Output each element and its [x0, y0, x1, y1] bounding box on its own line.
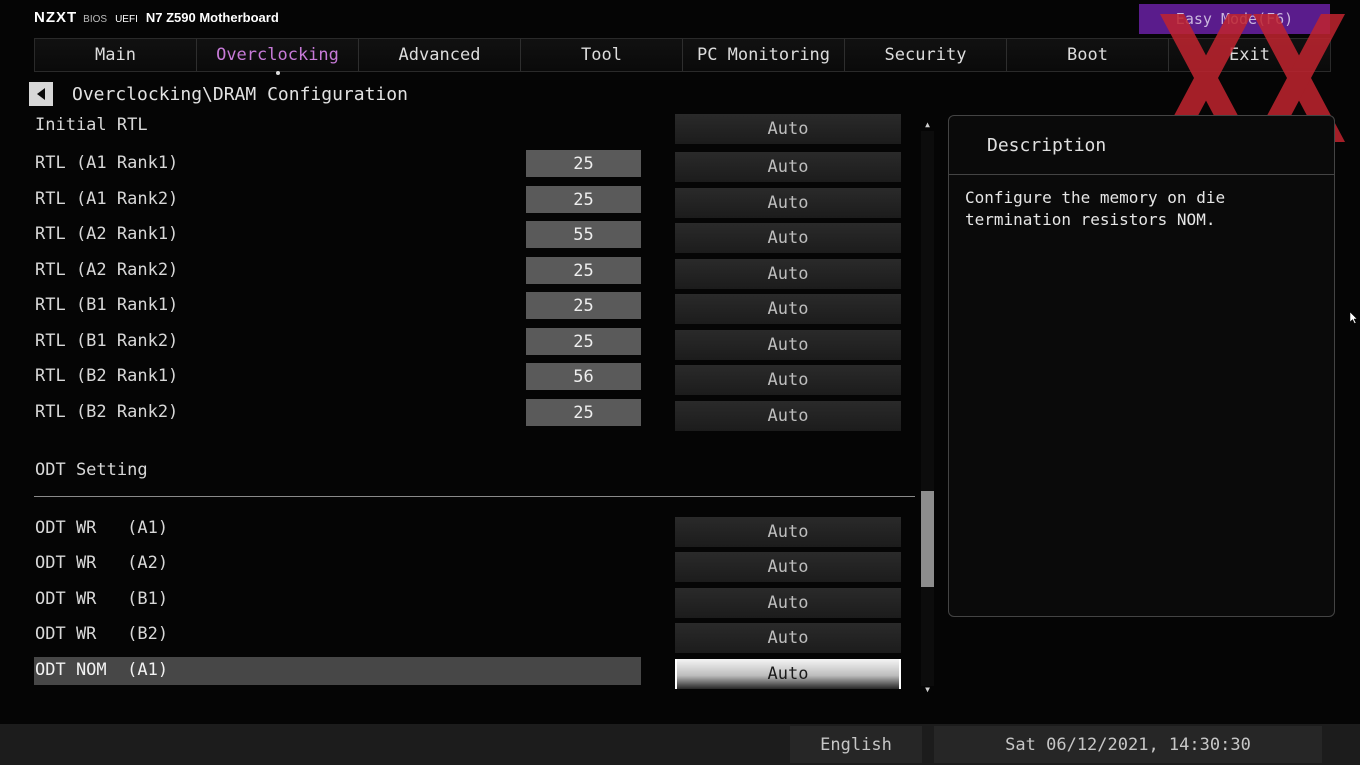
setting-label: RTL (B2 Rank2)	[35, 402, 179, 422]
setting-label: RTL (B1 Rank2)	[35, 331, 179, 351]
back-arrow-icon	[37, 88, 45, 100]
language-selector[interactable]: English	[790, 726, 922, 763]
current-value: 55	[526, 221, 641, 248]
tab-security[interactable]: Security	[845, 39, 1007, 71]
current-value: 25	[526, 292, 641, 319]
brand-logo: NZXT	[34, 9, 78, 26]
tab-exit[interactable]: Exit	[1169, 39, 1330, 71]
tab-label: Tool	[581, 45, 622, 65]
description-text: Configure the memory on die termination …	[965, 188, 1226, 229]
setting-row[interactable]: RTL (A1 Rank2) 25 Auto	[34, 186, 904, 218]
setting-option[interactable]: Auto	[675, 588, 901, 618]
setting-row[interactable]: RTL (B2 Rank1) 56 Auto	[34, 363, 904, 395]
setting-option[interactable]: Auto	[675, 294, 901, 324]
setting-row[interactable]: ODT WR (B1) Auto	[34, 586, 904, 618]
setting-row[interactable]: RTL (B1 Rank2) 25 Auto	[34, 328, 904, 360]
setting-row[interactable]: RTL (B2 Rank2) 25 Auto	[34, 399, 904, 431]
setting-label: RTL (A2 Rank2)	[35, 260, 179, 280]
setting-option[interactable]: Auto	[675, 517, 901, 547]
easy-mode-button[interactable]: Easy Mode(F6)	[1139, 4, 1330, 34]
current-value: 25	[526, 257, 641, 284]
setting-option[interactable]: Auto	[675, 223, 901, 253]
setting-row-initial-rtl[interactable]: Initial RTL Auto	[34, 112, 904, 144]
setting-label: ODT WR (A1)	[35, 518, 169, 538]
tab-tool[interactable]: Tool	[521, 39, 683, 71]
settings-list: Initial RTL Auto RTL (A1 Rank1) 25 Auto …	[34, 112, 915, 702]
description-panel: Description Configure the memory on die …	[948, 115, 1335, 617]
scroll-thumb[interactable]	[921, 491, 934, 587]
setting-row[interactable]: RTL (A1 Rank1) 25 Auto	[34, 150, 904, 182]
setting-option[interactable]: Auto	[675, 152, 901, 182]
setting-row[interactable]: ODT WR (A2) Auto	[34, 550, 904, 582]
setting-option[interactable]: Auto	[675, 330, 901, 360]
scrollbar[interactable]: ▲ ▼	[921, 121, 934, 696]
setting-label: ODT WR (A2)	[35, 553, 169, 573]
tab-label: Boot	[1067, 45, 1108, 65]
setting-row-selected[interactable]: ODT NOM (A1) Auto	[34, 657, 904, 689]
current-value: 25	[526, 328, 641, 355]
main-tabs: Main Overclocking Advanced Tool PC Monit…	[34, 38, 1331, 75]
tab-label: Main	[95, 45, 136, 65]
section-title: ODT Setting	[35, 460, 148, 480]
tab-label: PC Monitoring	[696, 45, 831, 65]
tab-label: Advanced	[398, 45, 481, 65]
setting-row[interactable]: RTL (B1 Rank1) 25 Auto	[34, 292, 904, 324]
current-value: 25	[526, 186, 641, 213]
brand: NZXT BIOS UEFI N7 Z590 Motherboard	[34, 9, 279, 26]
setting-option[interactable]: Auto	[675, 188, 901, 218]
setting-option[interactable]: Auto	[675, 623, 901, 653]
setting-row[interactable]: ODT WR (A1) Auto	[34, 515, 904, 547]
setting-label: RTL (A2 Rank1)	[35, 224, 179, 244]
setting-option[interactable]: Auto	[675, 114, 901, 144]
board-name: N7 Z590 Motherboard	[145, 10, 279, 25]
setting-row[interactable]: ODT WR (B2) Auto	[34, 621, 904, 653]
brand-uefi: UEFI	[115, 14, 138, 25]
scroll-track[interactable]	[921, 131, 934, 686]
setting-label: RTL (B2 Rank1)	[35, 366, 179, 386]
tab-overclocking[interactable]: Overclocking	[197, 39, 359, 75]
mouse-cursor-icon	[1350, 312, 1358, 324]
breadcrumb: Overclocking\DRAM Configuration	[72, 84, 408, 105]
scroll-down-icon[interactable]: ▼	[921, 686, 934, 694]
bios-screen: NZXT BIOS UEFI N7 Z590 Motherboard Easy …	[0, 0, 1360, 765]
setting-option[interactable]: Auto	[675, 365, 901, 395]
setting-label: ODT WR (B2)	[35, 624, 169, 644]
tab-label: Security	[884, 45, 967, 65]
setting-option[interactable]: Auto	[675, 552, 901, 582]
setting-label: RTL (A1 Rank2)	[35, 189, 179, 209]
description-title: Description	[949, 116, 1334, 175]
section-divider	[34, 496, 915, 497]
scroll-up-icon[interactable]: ▲	[921, 121, 934, 129]
setting-label: ODT WR (B1)	[35, 589, 169, 609]
footer-bar: English Sat 06/12/2021, 14:30:30	[0, 724, 1360, 765]
current-value: 25	[526, 399, 641, 426]
setting-row[interactable]: RTL (A2 Rank2) 25 Auto	[34, 257, 904, 289]
setting-option[interactable]: Auto	[675, 659, 901, 689]
current-value: 56	[526, 363, 641, 390]
setting-option[interactable]: Auto	[675, 401, 901, 431]
setting-option[interactable]: Auto	[675, 259, 901, 289]
setting-label: RTL (A1 Rank1)	[35, 153, 179, 173]
setting-label: RTL (B1 Rank1)	[35, 295, 179, 315]
brand-bios: BIOS	[83, 14, 108, 25]
back-button[interactable]	[29, 82, 53, 106]
setting-label: Initial RTL	[35, 115, 148, 135]
current-value: 25	[526, 150, 641, 177]
tab-pc-monitoring[interactable]: PC Monitoring	[683, 39, 845, 71]
tab-main[interactable]: Main	[35, 39, 197, 71]
tab-label: Overclocking	[216, 45, 339, 65]
tab-boot[interactable]: Boot	[1007, 39, 1169, 71]
datetime: Sat 06/12/2021, 14:30:30	[934, 726, 1322, 763]
setting-row[interactable]: RTL (A2 Rank1) 55 Auto	[34, 221, 904, 253]
setting-label: ODT NOM (A1)	[35, 660, 169, 680]
tab-advanced[interactable]: Advanced	[359, 39, 521, 71]
tab-label: Exit	[1229, 45, 1270, 65]
